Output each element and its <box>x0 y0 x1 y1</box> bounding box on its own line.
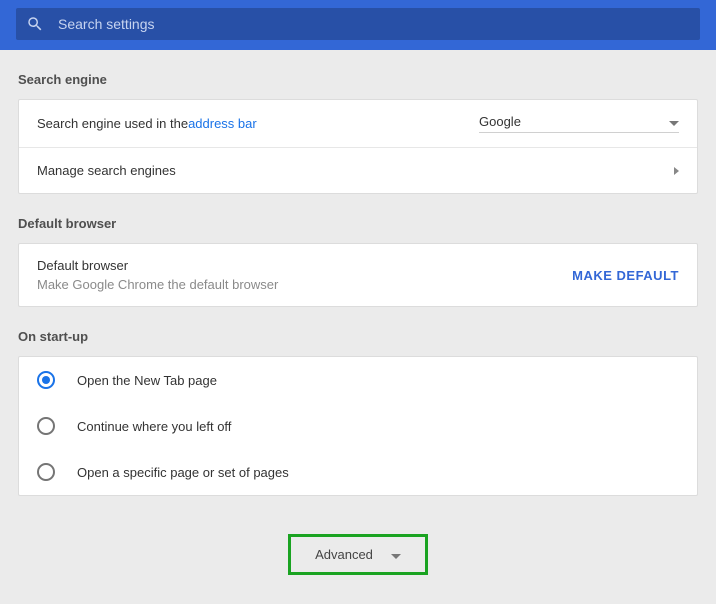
radio-icon <box>37 371 55 389</box>
default-browser-text: Default browser Make Google Chrome the d… <box>37 258 278 292</box>
search-engine-addressbar-label: Search engine used in the address bar <box>37 116 479 131</box>
search-icon <box>26 15 44 33</box>
default-browser-card: Default browser Make Google Chrome the d… <box>18 243 698 307</box>
search-box[interactable] <box>16 8 700 40</box>
make-default-button[interactable]: MAKE DEFAULT <box>572 268 679 283</box>
advanced-wrap: Advanced <box>18 534 698 575</box>
address-bar-link[interactable]: address bar <box>188 116 257 131</box>
search-engine-card: Search engine used in the address bar Go… <box>18 99 698 194</box>
startup-option-specific[interactable]: Open a specific page or set of pages <box>19 449 697 495</box>
default-browser-row: Default browser Make Google Chrome the d… <box>19 244 697 306</box>
default-browser-heading: Default browser <box>37 258 278 273</box>
startup-option-label: Open the New Tab page <box>77 373 217 388</box>
startup-option-label: Continue where you left off <box>77 419 231 434</box>
caret-down-icon <box>669 114 679 129</box>
manage-search-engines-label: Manage search engines <box>37 163 674 178</box>
search-engine-select[interactable]: Google <box>479 114 679 133</box>
section-title-search-engine: Search engine <box>18 72 698 87</box>
header-bar <box>0 0 716 50</box>
content: Search engine Search engine used in the … <box>0 72 716 575</box>
section-title-startup: On start-up <box>18 329 698 344</box>
radio-icon <box>37 417 55 435</box>
startup-option-label: Open a specific page or set of pages <box>77 465 289 480</box>
default-browser-sub: Make Google Chrome the default browser <box>37 277 278 292</box>
radio-icon <box>37 463 55 481</box>
search-engine-selected: Google <box>479 114 521 129</box>
arrow-right-icon <box>674 163 679 178</box>
startup-option-continue[interactable]: Continue where you left off <box>19 403 697 449</box>
section-title-default-browser: Default browser <box>18 216 698 231</box>
search-input[interactable] <box>58 16 690 32</box>
startup-card: Open the New Tab page Continue where you… <box>18 356 698 496</box>
manage-search-engines-row[interactable]: Manage search engines <box>19 147 697 193</box>
search-engine-addressbar-row: Search engine used in the address bar Go… <box>19 100 697 147</box>
startup-option-new-tab[interactable]: Open the New Tab page <box>19 357 697 403</box>
advanced-label: Advanced <box>315 547 373 562</box>
caret-down-icon <box>391 547 401 562</box>
advanced-button[interactable]: Advanced <box>288 534 428 575</box>
addressbar-prefix: Search engine used in the <box>37 116 188 131</box>
